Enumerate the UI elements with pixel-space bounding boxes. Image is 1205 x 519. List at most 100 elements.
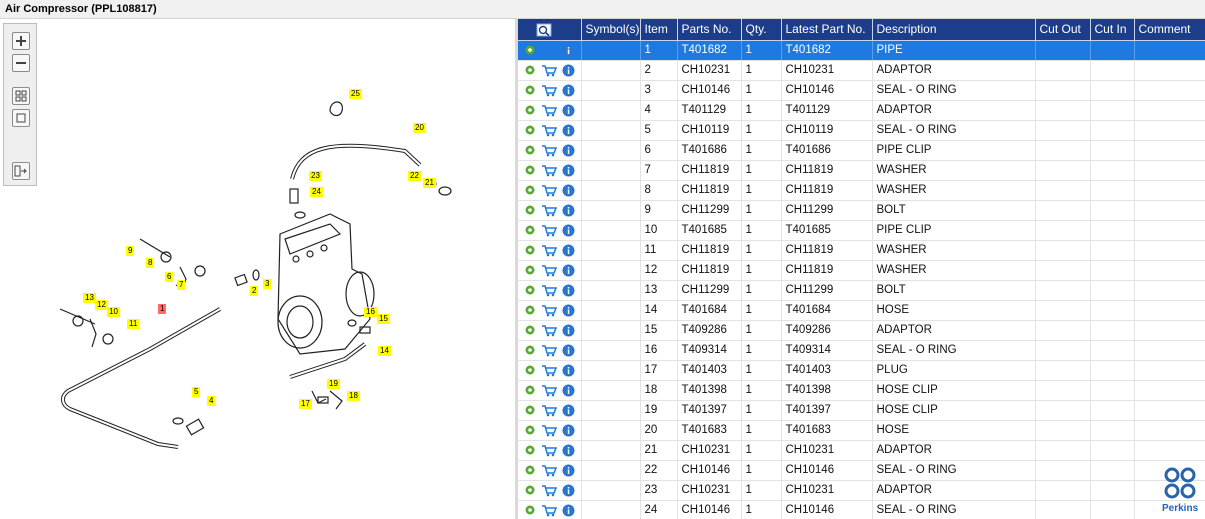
info-icon[interactable] [562,244,575,257]
info-icon[interactable] [562,264,575,277]
column-header-symbols[interactable]: Symbol(s) [581,19,641,41]
gear-icon[interactable] [524,84,536,96]
table-row[interactable]: 12 CH11819 1 CH11819 WASHER [518,260,1205,281]
diagram-callout-25[interactable]: 25 [349,89,362,99]
shopping-cart-icon[interactable] [541,424,557,437]
column-header-cut-out[interactable]: Cut Out [1035,19,1091,41]
gear-icon[interactable] [524,324,536,336]
info-icon[interactable] [562,84,575,97]
shopping-cart-icon[interactable] [541,404,557,417]
shopping-cart-icon[interactable] [541,64,557,77]
shopping-cart-icon[interactable] [541,484,557,497]
shopping-cart-icon[interactable] [541,104,557,117]
diagram-callout-13[interactable]: 13 [83,293,96,303]
table-row[interactable]: 13 CH11299 1 CH11299 BOLT [518,280,1205,301]
column-header-parts-no[interactable]: Parts No. [677,19,742,41]
info-icon[interactable] [562,484,575,497]
diagram-callout-22[interactable]: 22 [408,171,421,181]
table-row[interactable]: 10 T401685 1 T401685 PIPE CLIP [518,220,1205,241]
exploded-diagram-pane[interactable]: 1 2 3 4 5 6 7 8 9 10 11 12 13 14 15 16 1… [0,19,515,519]
info-icon[interactable] [562,384,575,397]
diagram-callout-3[interactable]: 3 [263,279,272,289]
gear-icon[interactable] [524,164,536,176]
gear-icon[interactable] [524,484,536,496]
gear-icon[interactable] [524,204,536,216]
info-icon[interactable] [562,324,575,337]
shopping-cart-icon[interactable] [541,364,557,377]
gear-icon[interactable] [524,284,536,296]
info-icon[interactable] [562,344,575,357]
diagram-callout-1[interactable]: 1 [158,304,167,314]
gear-icon[interactable] [524,384,536,396]
gear-icon[interactable] [524,404,536,416]
table-row[interactable]: 3 CH10146 1 CH10146 SEAL - O RING [518,80,1205,101]
shopping-cart-icon[interactable] [541,164,557,177]
gear-icon[interactable] [524,364,536,376]
diagram-callout-11[interactable]: 11 [127,319,140,329]
table-row[interactable]: 11 CH11819 1 CH11819 WASHER [518,240,1205,261]
info-icon[interactable] [562,64,575,77]
shopping-cart-icon[interactable] [541,124,557,137]
gear-icon[interactable] [524,344,536,356]
diagram-callout-7[interactable]: 7 [177,280,186,290]
diagram-callout-12[interactable]: 12 [95,300,108,310]
gear-icon[interactable] [524,504,536,516]
info-icon[interactable] [562,184,575,197]
info-icon[interactable] [562,144,575,157]
diagram-callout-14[interactable]: 14 [378,346,391,356]
column-header-description[interactable]: Description [872,19,1036,41]
gear-icon[interactable] [524,144,536,156]
gear-icon[interactable] [524,464,536,476]
info-icon[interactable] [562,424,575,437]
info-icon[interactable] [562,464,575,477]
shopping-cart-icon[interactable] [541,264,557,277]
table-row[interactable]: 20 T401683 1 T401683 HOSE [518,420,1205,441]
info-icon[interactable] [562,104,575,117]
diagram-callout-5[interactable]: 5 [192,387,201,397]
search-part-icon[interactable] [536,23,552,37]
gear-icon[interactable] [524,224,536,236]
info-icon[interactable] [562,364,575,377]
table-row[interactable]: 17 T401403 1 T401403 PLUG [518,360,1205,381]
shopping-cart-icon[interactable] [541,324,557,337]
table-row[interactable]: 9 CH11299 1 CH11299 BOLT [518,200,1205,221]
diagram-callout-15[interactable]: 15 [377,314,390,324]
shopping-cart-icon[interactable] [541,184,557,197]
shopping-cart-icon[interactable] [541,464,557,477]
diagram-callout-10[interactable]: 10 [107,307,120,317]
info-icon[interactable] [562,124,575,137]
gear-icon[interactable] [524,264,536,276]
diagram-callout-9[interactable]: 9 [126,246,135,256]
column-header-cut-in[interactable]: Cut In [1090,19,1135,41]
table-row[interactable]: 14 T401684 1 T401684 HOSE [518,300,1205,321]
shopping-cart-icon[interactable] [541,44,557,57]
shopping-cart-icon[interactable] [541,304,557,317]
diagram-callout-8[interactable]: 8 [146,258,155,268]
column-header-item[interactable]: Item [640,19,678,41]
table-row[interactable]: 16 T409314 1 T409314 SEAL - O RING [518,340,1205,361]
diagram-callout-18[interactable]: 18 [347,391,360,401]
table-row[interactable]: 24 CH10146 1 CH10146 SEAL - O RING [518,500,1205,519]
column-header-tools[interactable] [518,19,582,41]
diagram-callout-24[interactable]: 24 [310,187,323,197]
info-icon[interactable] [562,224,575,237]
table-row[interactable]: 2 CH10231 1 CH10231 ADAPTOR [518,60,1205,81]
table-row[interactable]: 5 CH10119 1 CH10119 SEAL - O RING [518,120,1205,141]
shopping-cart-icon[interactable] [541,224,557,237]
table-row[interactable]: 6 T401686 1 T401686 PIPE CLIP [518,140,1205,161]
shopping-cart-icon[interactable] [541,344,557,357]
diagram-callout-20[interactable]: 20 [413,123,426,133]
gear-icon[interactable] [524,424,536,436]
table-row[interactable]: 8 CH11819 1 CH11819 WASHER [518,180,1205,201]
gear-icon[interactable] [524,124,536,136]
shopping-cart-icon[interactable] [541,144,557,157]
gear-icon[interactable] [524,304,536,316]
info-icon[interactable] [562,44,575,57]
diagram-callout-17[interactable]: 17 [299,399,312,409]
gear-icon[interactable] [524,44,536,56]
shopping-cart-icon[interactable] [541,244,557,257]
column-header-comment[interactable]: Comment [1134,19,1205,41]
table-row[interactable]: 18 T401398 1 T401398 HOSE CLIP [518,380,1205,401]
column-header-qty[interactable]: Qty. [741,19,782,41]
table-row[interactable]: 1 T401682 1 T401682 PIPE [518,40,1205,61]
